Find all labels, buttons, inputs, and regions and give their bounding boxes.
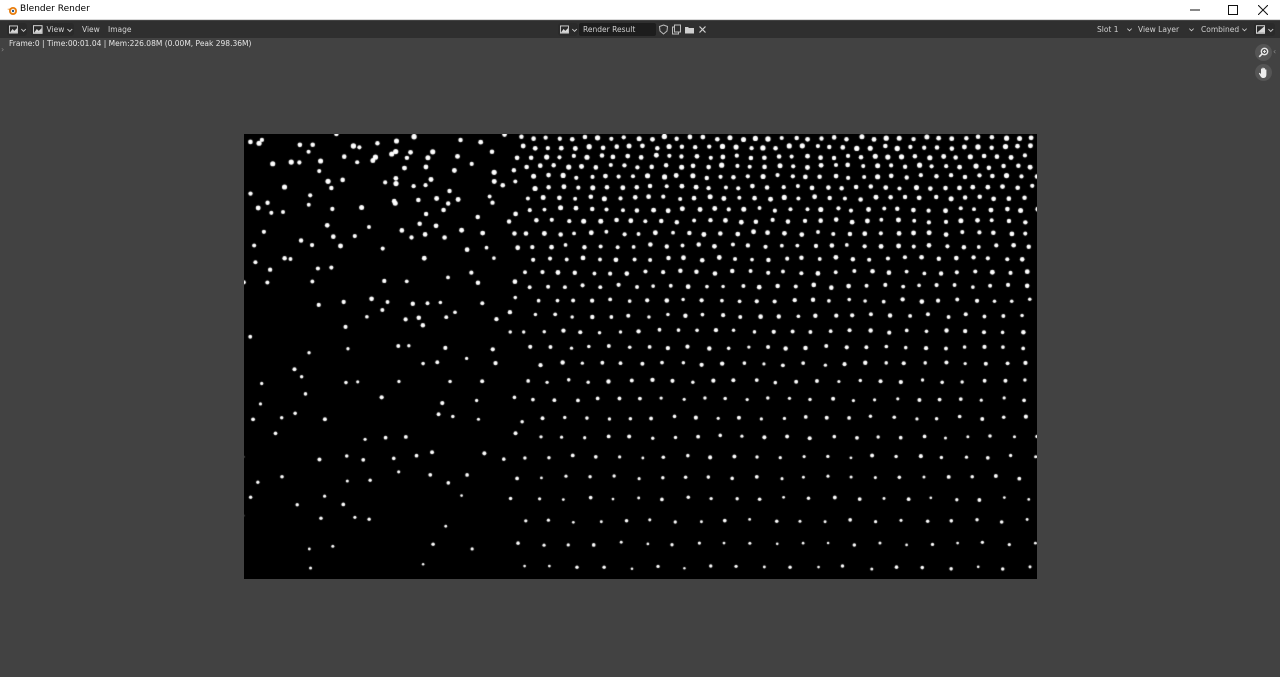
render-result-image	[244, 134, 1037, 579]
image-editor-header: View View Image Render Result Slot 1 Vie…	[0, 21, 1280, 38]
duplicate-icon[interactable]	[671, 24, 682, 35]
close-icon	[1258, 5, 1268, 15]
chevron-down-icon	[1189, 28, 1194, 32]
editor-type-button[interactable]	[7, 23, 27, 36]
slot-dropdown[interactable]: Slot 1	[1094, 23, 1136, 36]
view-mode-label: View	[46, 25, 65, 34]
unlink-x-icon[interactable]	[697, 24, 708, 35]
pan-tool-button[interactable]	[1255, 64, 1272, 81]
chevron-down-icon	[20, 28, 26, 32]
zoom-icon	[1258, 47, 1269, 58]
chevron-down-icon	[1242, 28, 1247, 32]
window-title: Blender Render	[20, 4, 90, 14]
image-name-field[interactable]: Render Result	[579, 23, 656, 36]
maximize-icon	[1228, 5, 1238, 15]
open-folder-icon[interactable]	[684, 24, 695, 35]
image-browse-button[interactable]	[558, 23, 578, 36]
blender-logo-icon	[7, 7, 17, 15]
view-layer-dropdown[interactable]: View Layer	[1135, 23, 1198, 36]
image-editor-icon	[9, 25, 18, 34]
display-channels-button[interactable]	[1254, 23, 1275, 36]
sidebar-expand-caret[interactable]: ‹	[1273, 48, 1276, 56]
chevron-down-icon	[1268, 28, 1274, 32]
view-mode-icon	[33, 25, 43, 34]
render-pass-label: Combined	[1201, 25, 1240, 34]
minimize-icon	[1190, 9, 1200, 11]
menu-image[interactable]: Image	[108, 23, 132, 36]
menu-view[interactable]: View	[82, 23, 100, 36]
fake-user-shield-icon[interactable]	[658, 24, 669, 35]
close-button[interactable]	[1246, 0, 1280, 20]
maximize-button[interactable]	[1216, 0, 1250, 20]
minimize-button[interactable]	[1178, 0, 1212, 20]
slot-label: Slot 1	[1097, 25, 1119, 34]
chevron-down-icon	[571, 28, 577, 32]
toolbar-expand-caret[interactable]: ›	[1, 46, 4, 54]
render-pass-dropdown[interactable]: Combined	[1198, 23, 1251, 36]
zoom-tool-button[interactable]	[1255, 44, 1272, 61]
render-info-text: Frame:0 | Time:00:01.04 | Mem:226.08M (0…	[9, 39, 252, 48]
view-mode-button[interactable]: View	[31, 23, 74, 36]
chevron-down-icon	[1127, 28, 1132, 32]
hand-pan-icon	[1258, 67, 1267, 78]
display-channels-icon	[1256, 25, 1266, 34]
image-browse-icon	[560, 25, 569, 34]
chevron-down-icon	[67, 28, 73, 32]
window-titlebar[interactable]: Blender Render	[0, 0, 1280, 20]
render-canvas	[244, 134, 1037, 579]
view-layer-label: View Layer	[1138, 25, 1180, 34]
